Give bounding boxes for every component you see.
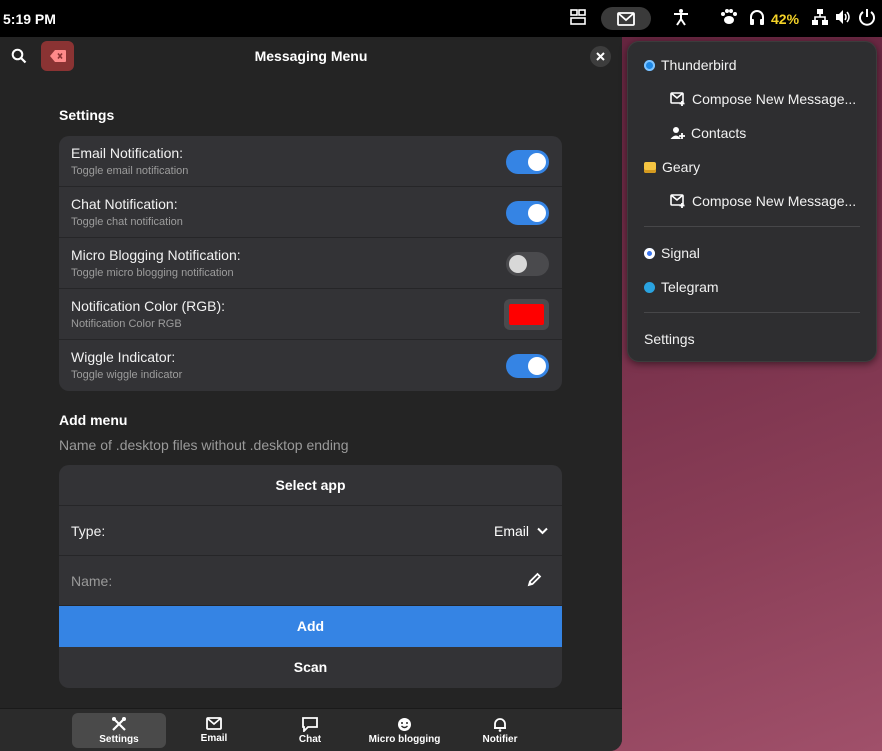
add-menu-list: Select app Type: Email Name: Add Scan <box>59 465 562 688</box>
setting-subtitle: Toggle chat notification <box>71 216 183 228</box>
tab-micro-blogging[interactable]: Micro blogging <box>362 713 447 748</box>
chat-notification-switch[interactable] <box>506 201 549 225</box>
name-input[interactable]: Name: <box>71 573 112 589</box>
tab-email[interactable]: Email <box>184 713 244 748</box>
close-button[interactable] <box>590 46 611 67</box>
setting-subtitle: Toggle wiggle indicator <box>71 369 183 381</box>
messaging-menu-window: Messaging Menu Settings Email Notificati… <box>0 37 622 751</box>
select-app-button[interactable]: Select app <box>59 465 562 506</box>
add-menu-description: Name of .desktop files without .desktop … <box>59 437 349 453</box>
header-bar: Messaging Menu <box>0 37 622 75</box>
add-menu-heading: Add menu <box>59 412 128 428</box>
setting-row-chat: Chat Notification: Toggle chat notificat… <box>59 187 562 238</box>
menu-item-label: Contacts <box>691 125 747 141</box>
notification-color-button[interactable] <box>504 299 549 330</box>
chat-icon <box>302 716 318 732</box>
email-notification-switch[interactable] <box>506 150 549 174</box>
battery-percentage[interactable]: 42% <box>771 11 799 27</box>
type-value: Email <box>493 523 529 539</box>
setting-subtitle: Notification Color RGB <box>71 318 182 330</box>
menu-item-label: Telegram <box>661 279 719 295</box>
menu-separator <box>644 312 860 313</box>
signal-icon <box>644 247 655 259</box>
setting-title: Micro Blogging Notification: <box>71 247 241 263</box>
geary-icon <box>644 161 656 173</box>
setting-subtitle: Toggle email notification <box>71 165 189 177</box>
telegram-icon <box>644 281 655 293</box>
tab-label: Settings <box>99 734 139 745</box>
tools-icon <box>112 717 126 731</box>
paw-icon[interactable] <box>719 8 739 26</box>
clock[interactable]: 5:19 PM <box>3 11 56 27</box>
setting-title: Email Notification: <box>71 145 184 161</box>
workspace-icon[interactable] <box>569 8 587 26</box>
bell-icon <box>494 717 506 732</box>
settings-list: Email Notification: Toggle email notific… <box>59 136 562 391</box>
messaging-dropdown-menu: Thunderbird Compose New Message... Conta… <box>627 41 877 362</box>
wiggle-indicator-switch[interactable] <box>506 354 549 378</box>
tab-settings[interactable]: Settings <box>72 713 166 748</box>
tab-label: Notifier <box>482 733 518 745</box>
menu-item-thunderbird[interactable]: Thunderbird <box>644 57 737 73</box>
power-icon[interactable] <box>858 8 876 26</box>
menu-item-label: Signal <box>661 245 700 261</box>
setting-title: Notification Color (RGB): <box>71 298 226 314</box>
pencil-icon[interactable] <box>527 572 542 592</box>
add-button[interactable]: Add <box>59 606 562 647</box>
smiley-icon <box>398 717 411 731</box>
setting-row-email: Email Notification: Toggle email notific… <box>59 136 562 187</box>
window-title: Messaging Menu <box>254 48 368 64</box>
network-icon[interactable] <box>811 8 829 26</box>
menu-item-compose-geary[interactable]: Compose New Message... <box>670 193 856 209</box>
menu-item-label: Compose New Message... <box>692 91 857 107</box>
setting-row-wiggle: Wiggle Indicator: Toggle wiggle indicato… <box>59 340 562 391</box>
type-dropdown[interactable]: Email <box>494 523 548 539</box>
compose-icon <box>670 194 685 208</box>
thunderbird-icon <box>644 59 655 71</box>
close-icon <box>596 52 605 61</box>
mail-icon <box>206 717 222 730</box>
menu-item-label: Settings <box>644 331 695 347</box>
type-label: Type: <box>71 523 106 539</box>
setting-title: Wiggle Indicator: <box>71 349 176 365</box>
menu-item-geary[interactable]: Geary <box>644 159 700 175</box>
mail-icon <box>617 11 635 26</box>
chevron-down-icon <box>537 527 548 535</box>
accessibility-icon[interactable] <box>672 8 690 26</box>
menu-item-compose-thunderbird[interactable]: Compose New Message... <box>670 91 856 107</box>
setting-subtitle: Toggle micro blogging notification <box>71 267 234 279</box>
menu-item-telegram[interactable]: Telegram <box>644 279 719 295</box>
volume-icon[interactable] <box>834 8 852 26</box>
setting-row-micro-blogging: Micro Blogging Notification: Toggle micr… <box>59 238 562 289</box>
tab-chat[interactable]: Chat <box>280 713 340 748</box>
contacts-icon <box>670 127 685 139</box>
tab-label: Email <box>200 733 228 744</box>
settings-heading: Settings <box>59 107 115 123</box>
tab-label: Micro blogging <box>368 733 441 745</box>
scan-button[interactable]: Scan <box>59 647 562 688</box>
setting-title: Chat Notification: <box>71 196 178 212</box>
menu-item-signal[interactable]: Signal <box>644 245 700 261</box>
menu-separator <box>644 226 860 227</box>
type-row[interactable]: Type: Email <box>59 506 562 556</box>
menu-item-label: Geary <box>662 159 701 175</box>
bottom-view-switcher: Settings Email Chat Micro blogging Notif… <box>0 708 622 751</box>
top-bar: 5:19 PM 42% <box>0 0 882 37</box>
color-swatch <box>509 304 544 325</box>
setting-row-color: Notification Color (RGB): Notification C… <box>59 289 562 340</box>
tab-label: Chat <box>298 733 322 745</box>
menu-item-label: Thunderbird <box>661 57 737 73</box>
menu-item-label: Compose New Message... <box>692 193 857 209</box>
messaging-indicator[interactable] <box>601 7 651 30</box>
compose-icon <box>670 92 685 106</box>
menu-item-settings[interactable]: Settings <box>644 331 695 347</box>
headphones-icon[interactable] <box>748 8 766 26</box>
micro-blogging-notification-switch[interactable] <box>506 252 549 276</box>
tab-notifier[interactable]: Notifier <box>470 713 530 748</box>
name-entry-row[interactable]: Name: <box>59 556 562 606</box>
menu-item-contacts[interactable]: Contacts <box>670 125 746 141</box>
